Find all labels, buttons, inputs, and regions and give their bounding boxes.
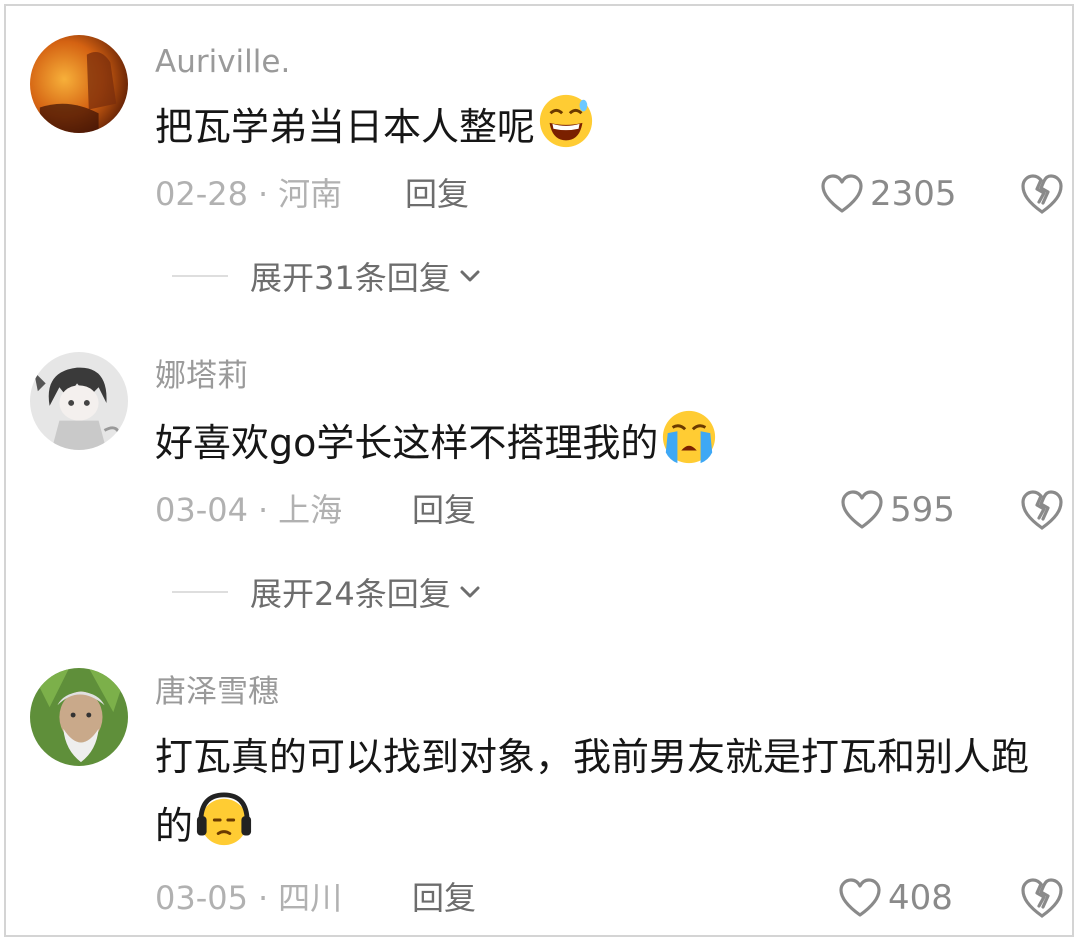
comment-text: 把瓦学弟当日本人整呢 [155, 92, 1060, 161]
comment-text: 打瓦真的可以找到对象，我前男友就是打瓦和别人跑的 [155, 724, 1060, 860]
like-count: 595 [890, 490, 955, 530]
expand-replies-label: 展开24条回复 [250, 575, 451, 613]
dislike-button[interactable] [1020, 172, 1064, 216]
comment-text-content: 好喜欢go学长这样不搭理我的 [155, 421, 659, 465]
crying-face-icon [660, 408, 718, 466]
like-button[interactable]: 2305 [820, 172, 957, 216]
heart-icon [841, 490, 883, 529]
avatar[interactable] [30, 668, 128, 766]
broken-heart-icon [1021, 174, 1063, 214]
meta-separator: · [257, 175, 269, 213]
heart-icon [821, 174, 863, 213]
dislike-button[interactable] [1020, 488, 1064, 532]
reply-button[interactable]: 回复 [412, 878, 476, 918]
comment-date: 03-04 [155, 491, 248, 529]
divider-line [172, 275, 228, 277]
comment-location: 四川 [278, 879, 343, 917]
comment-date: 03-05 [155, 879, 248, 917]
username[interactable]: 唐泽雪穗 [155, 672, 279, 712]
comment-location: 河南 [278, 175, 343, 213]
broken-heart-icon [1021, 490, 1063, 530]
comment-location: 上海 [278, 491, 343, 529]
reply-button[interactable]: 回复 [405, 174, 469, 214]
comment-date: 02-28 [155, 175, 248, 213]
meta-separator: · [257, 491, 269, 529]
chevron-down-icon [460, 270, 480, 282]
username[interactable]: Auriville. [155, 42, 290, 82]
divider-line [172, 591, 228, 593]
reply-button[interactable]: 回复 [412, 490, 476, 530]
avatar[interactable] [30, 352, 128, 450]
comment-text: 好喜欢go学长这样不搭理我的 [155, 408, 1060, 477]
comment-text-content: 把瓦学弟当日本人整呢 [155, 105, 536, 149]
expand-replies-button[interactable]: 展开24条回复 [172, 572, 483, 613]
meta-separator: · [257, 879, 269, 917]
broken-heart-icon [1021, 878, 1063, 918]
like-button[interactable]: 408 [838, 876, 953, 920]
comment-meta: 03-04 · 上海 [155, 490, 342, 530]
like-count: 2305 [870, 174, 957, 214]
avatar[interactable] [30, 35, 128, 133]
grinning-sweat-face-icon [537, 92, 595, 150]
dislike-button[interactable] [1020, 876, 1064, 920]
chevron-down-icon [460, 586, 480, 598]
heart-icon [839, 878, 881, 917]
like-count: 408 [888, 878, 953, 918]
expand-replies-label: 展开31条回复 [250, 259, 451, 297]
username[interactable]: 娜塔莉 [155, 356, 248, 396]
comment-meta: 02-28 · 河南 [155, 174, 342, 214]
like-button[interactable]: 595 [840, 488, 955, 532]
comment-text-content: 打瓦真的可以找到对象，我前男友就是打瓦和别人跑的 [155, 735, 1030, 848]
headphones-face-icon [195, 791, 253, 849]
expand-replies-button[interactable]: 展开31条回复 [172, 256, 483, 297]
comment-meta: 03-05 · 四川 [155, 878, 342, 918]
